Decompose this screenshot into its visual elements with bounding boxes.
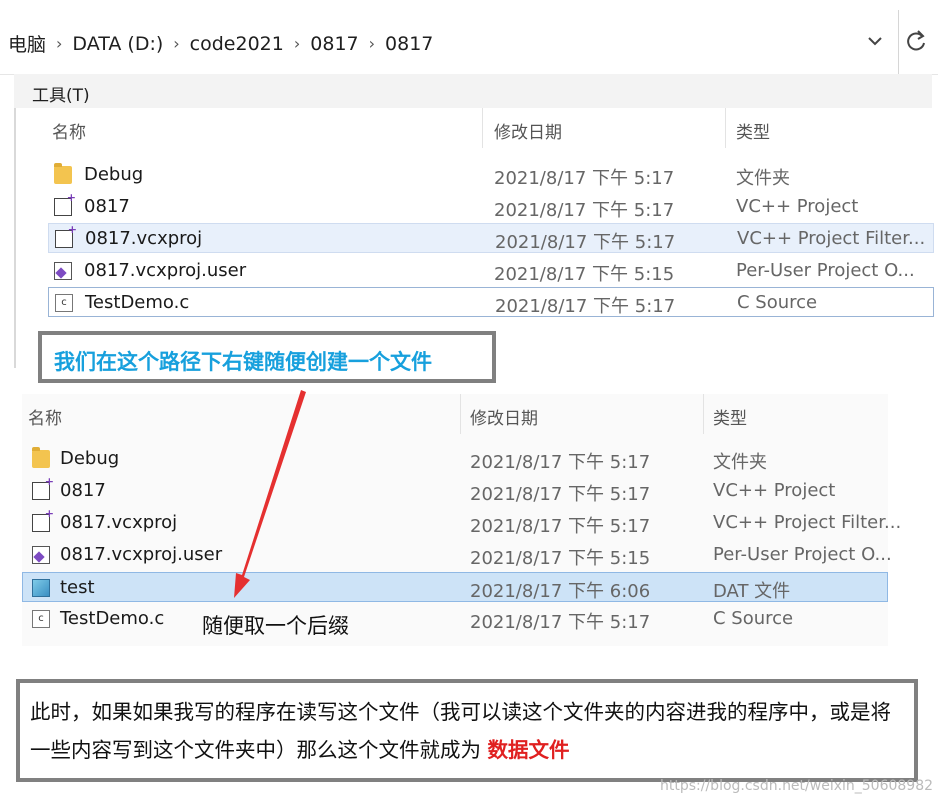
annotation-suffix: 随便取一个后缀: [202, 614, 349, 638]
callout-highlight: 数据文件: [487, 738, 570, 762]
callout-text: 此时，如果如果我写的程序在读写这个文件（我可以读这个文件夹的内容进我的程序中，或…: [30, 693, 908, 769]
watermark: https://blog.csdn.net/weixin_50608982: [660, 778, 934, 794]
callout-data-file: 此时，如果如果我写的程序在读写这个文件（我可以读这个文件夹的内容进我的程序中，或…: [16, 679, 918, 782]
callout-body: 此时，如果如果我写的程序在读写这个文件（我可以读这个文件夹的内容进我的程序中，或…: [30, 700, 891, 762]
